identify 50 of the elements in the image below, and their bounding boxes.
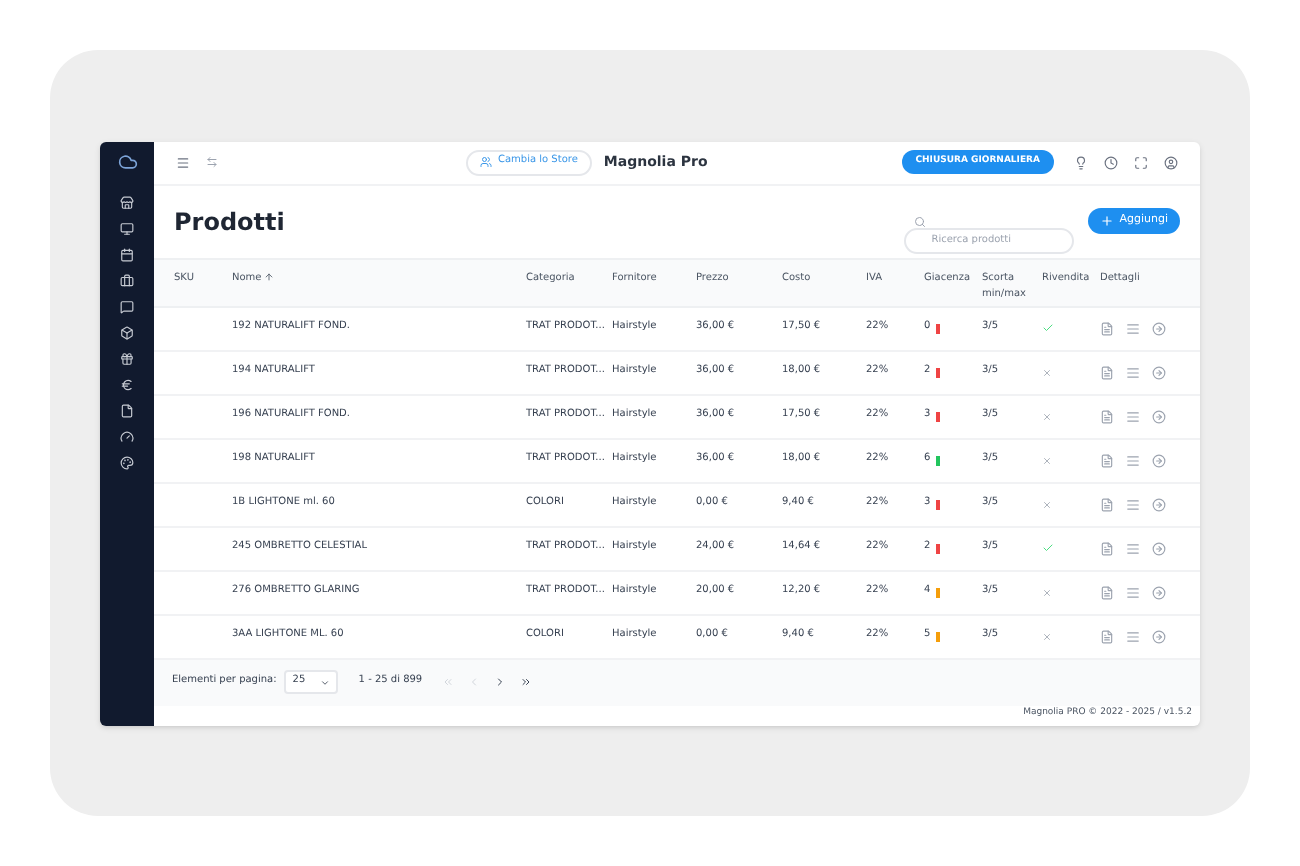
list-icon[interactable] bbox=[1126, 365, 1140, 379]
next-page-icon[interactable] bbox=[494, 676, 507, 688]
swap-icon[interactable] bbox=[206, 156, 218, 168]
arrow-circle-icon[interactable] bbox=[1152, 629, 1166, 643]
lightbulb-icon[interactable] bbox=[1074, 155, 1088, 169]
fullscreen-icon[interactable] bbox=[1134, 155, 1148, 169]
page-title: Prodotti bbox=[174, 205, 285, 239]
arrow-circle-icon[interactable] bbox=[1152, 365, 1166, 379]
menu-icon[interactable] bbox=[176, 155, 190, 169]
sidebar-icon[interactable] bbox=[120, 273, 134, 287]
sidebar-icon[interactable] bbox=[120, 351, 134, 365]
list-icon[interactable] bbox=[1126, 453, 1140, 467]
sidebar-icon[interactable] bbox=[120, 299, 134, 313]
clock-icon[interactable] bbox=[1104, 155, 1118, 169]
document-icon[interactable] bbox=[1100, 453, 1114, 467]
sidebar-icon[interactable] bbox=[120, 377, 134, 391]
arrow-circle-icon[interactable] bbox=[1152, 409, 1166, 423]
search-icon bbox=[913, 215, 926, 227]
sort-up-icon[interactable] bbox=[264, 272, 274, 282]
sidebar-icon[interactable] bbox=[120, 195, 134, 209]
user-icon[interactable] bbox=[1164, 155, 1178, 169]
caret-icon bbox=[320, 677, 331, 687]
users-icon bbox=[480, 156, 492, 168]
document-icon[interactable] bbox=[1100, 321, 1114, 335]
list-icon[interactable] bbox=[1126, 321, 1140, 335]
plus-icon bbox=[1099, 214, 1114, 228]
list-icon[interactable] bbox=[1126, 409, 1140, 423]
document-icon[interactable] bbox=[1100, 541, 1114, 555]
document-icon[interactable] bbox=[1100, 629, 1114, 643]
sidebar-icon[interactable] bbox=[120, 221, 134, 235]
sidebar-icon[interactable] bbox=[120, 429, 134, 443]
sidebar-icon[interactable] bbox=[120, 247, 134, 261]
arrow-circle-icon[interactable] bbox=[1152, 585, 1166, 599]
list-icon[interactable] bbox=[1126, 497, 1140, 511]
logo-icon bbox=[117, 151, 137, 171]
sidebar-icon[interactable] bbox=[120, 325, 134, 339]
list-icon[interactable] bbox=[1126, 541, 1140, 555]
arrow-circle-icon[interactable] bbox=[1152, 541, 1166, 555]
document-icon[interactable] bbox=[1100, 409, 1114, 423]
arrow-circle-icon[interactable] bbox=[1152, 497, 1166, 511]
document-icon[interactable] bbox=[1100, 497, 1114, 511]
first-page-icon[interactable] bbox=[442, 676, 455, 688]
arrow-circle-icon[interactable] bbox=[1152, 321, 1166, 335]
document-icon[interactable] bbox=[1100, 585, 1114, 599]
document-icon[interactable] bbox=[1100, 365, 1114, 379]
sidebar-icon[interactable] bbox=[120, 403, 134, 417]
arrow-circle-icon[interactable] bbox=[1152, 453, 1166, 467]
list-icon[interactable] bbox=[1126, 629, 1140, 643]
list-icon[interactable] bbox=[1126, 585, 1140, 599]
sidebar-icon[interactable] bbox=[120, 455, 134, 469]
